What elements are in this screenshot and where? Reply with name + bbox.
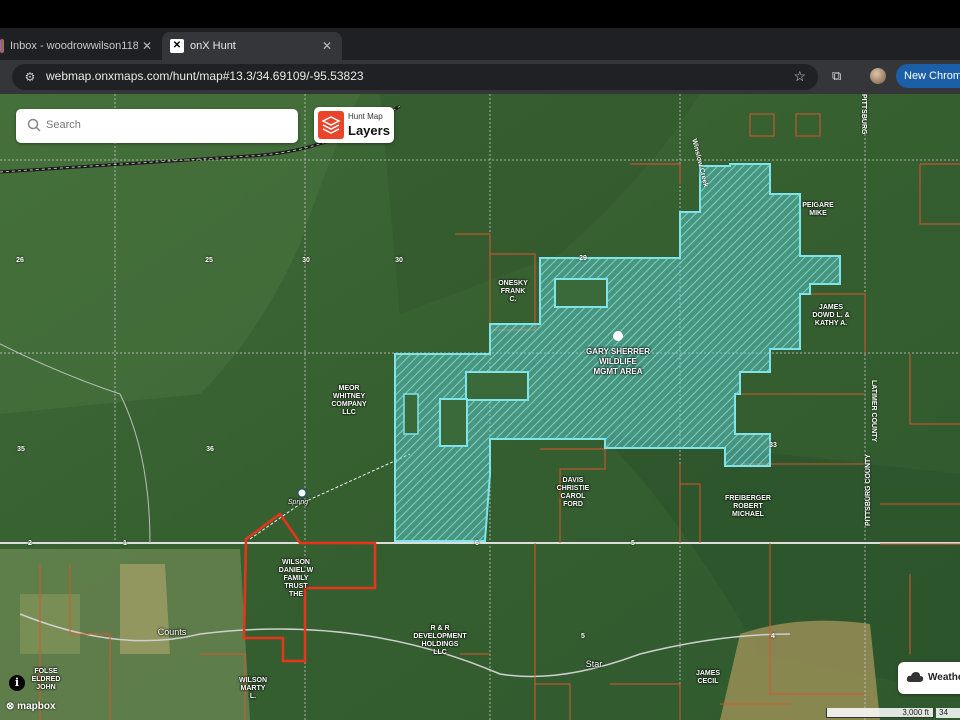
avatar[interactable] bbox=[870, 68, 886, 84]
section-number: 1 bbox=[123, 540, 127, 547]
omnibox[interactable]: ⚙ webmap.onxmaps.com/hunt/map#13.3/34.69… bbox=[12, 64, 818, 90]
section-number: 35 bbox=[17, 446, 25, 453]
section-number: 6 bbox=[475, 540, 479, 547]
cast-icon[interactable]: ⧉ bbox=[832, 68, 841, 84]
wma-inholding bbox=[403, 393, 419, 435]
wma-marker-icon[interactable] bbox=[613, 331, 623, 341]
section-number: 25 bbox=[205, 257, 213, 264]
layers-title: Layers bbox=[348, 123, 390, 138]
section-number: 5 bbox=[631, 540, 635, 547]
url-text[interactable]: webmap.onxmaps.com/hunt/map#13.3/34.6910… bbox=[46, 69, 364, 83]
tab-bar: Inbox - woodrowwilson118@g ✕ ✕ onX Hunt … bbox=[0, 28, 960, 79]
owner-label[interactable]: PEIGARE MIKE bbox=[802, 202, 834, 218]
satellite-map[interactable] bbox=[0, 94, 960, 720]
section-number: 30 bbox=[302, 257, 310, 264]
onx-favicon-icon: ✕ bbox=[170, 39, 184, 53]
search-icon bbox=[27, 118, 41, 132]
scale-bar-secondary: 34 bbox=[936, 708, 960, 718]
owner-label[interactable]: ONESKY FRANK C. bbox=[498, 280, 528, 304]
town-label: Counts bbox=[157, 627, 187, 637]
site-info-icon[interactable]: ⚙ bbox=[22, 69, 38, 85]
section-number: 33 bbox=[769, 442, 777, 449]
wma-label: GARY SHERRER WILDLIFE MGMT AREA bbox=[585, 347, 651, 376]
layers-subtitle: Hunt Map bbox=[348, 112, 383, 121]
weather-button[interactable]: Weather bbox=[898, 662, 960, 694]
new-chrome-button[interactable]: New Chrome bbox=[896, 64, 960, 88]
county-label: LATIMER COUNTY bbox=[870, 380, 877, 443]
tab-inbox-title: Inbox - woodrowwilson118@g bbox=[10, 40, 138, 52]
owner-label[interactable]: MEOR WHITNEY COMPANY LLC bbox=[331, 385, 366, 417]
wma-inholding bbox=[465, 371, 529, 401]
close-icon[interactable]: ✕ bbox=[138, 39, 156, 53]
gmail-icon bbox=[0, 39, 4, 53]
cloud-icon bbox=[906, 672, 924, 682]
owner-label[interactable]: R & R DEVELOPMENT HOLDINGS LLC bbox=[413, 625, 466, 657]
county-label: PITTSBURG COUNTY bbox=[865, 454, 872, 526]
field bbox=[20, 594, 80, 654]
section-number: 5 bbox=[581, 633, 585, 640]
owner-label[interactable]: FOLSE ELDRED JOHN bbox=[32, 668, 61, 692]
scale-bar: 3,000 ft bbox=[826, 708, 934, 718]
close-icon[interactable]: ✕ bbox=[318, 39, 336, 53]
section-number: 36 bbox=[206, 446, 214, 453]
section-number: 4 bbox=[771, 633, 775, 640]
tab-onx-hunt[interactable]: ✕ onX Hunt ✕ bbox=[162, 32, 342, 60]
section-number: 29 bbox=[579, 255, 587, 262]
window-top bbox=[0, 0, 960, 28]
wma-inholding bbox=[439, 398, 468, 447]
tab-inbox[interactable]: Inbox - woodrowwilson118@g ✕ bbox=[0, 32, 162, 60]
owner-label[interactable]: JAMES CECIL bbox=[696, 670, 720, 686]
layers-button[interactable]: Hunt Map Layers bbox=[314, 107, 394, 143]
owner-label[interactable]: JAMES DOWD L. & KATHY A. bbox=[812, 304, 849, 328]
section-number: 26 bbox=[16, 257, 24, 264]
search-input[interactable]: Search bbox=[46, 119, 81, 131]
owner-label[interactable]: WILSON MARTY L. bbox=[239, 677, 267, 701]
tab-onx-title: onX Hunt bbox=[190, 40, 236, 52]
address-bar: ⚙ webmap.onxmaps.com/hunt/map#13.3/34.69… bbox=[0, 60, 960, 94]
owner-label[interactable]: FREIBERGER ROBERT MICHAEL bbox=[725, 495, 771, 519]
map-canvas[interactable]: GARY SHERRER WILDLIFE MGMT AREA PEIGARE M… bbox=[0, 94, 960, 720]
info-icon[interactable]: i bbox=[9, 675, 25, 691]
county-label: PITTSBURG bbox=[860, 94, 867, 135]
layers-icon bbox=[318, 111, 344, 139]
town-label: Star bbox=[585, 659, 603, 669]
spring-label: Spring bbox=[287, 499, 309, 506]
owner-label[interactable]: DAVIS CHRISTIE CAROL FORD bbox=[557, 477, 590, 509]
bookmark-star-icon[interactable]: ☆ bbox=[793, 68, 806, 85]
search-box[interactable]: Search bbox=[16, 109, 298, 143]
weather-label: Weather bbox=[928, 672, 960, 683]
wma-inholding bbox=[554, 278, 608, 308]
section-number: 2 bbox=[28, 540, 32, 547]
owner-label-selected[interactable]: WILSON DANIEL W FAMILY TRUST THE bbox=[279, 559, 313, 599]
mapbox-logo[interactable]: ⊗ mapbox bbox=[6, 701, 56, 712]
spring-icon[interactable] bbox=[297, 488, 307, 498]
section-number: 30 bbox=[395, 257, 403, 264]
